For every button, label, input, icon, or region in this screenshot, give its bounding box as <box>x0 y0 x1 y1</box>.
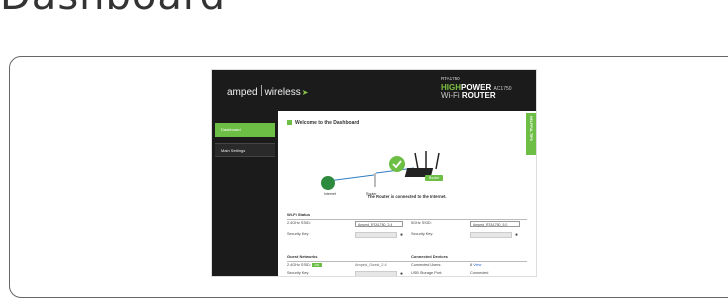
helpful-tips-label: HELPFUL TIPS <box>529 116 533 141</box>
connected-users-value: 8 <box>470 263 473 267</box>
ssid24-field[interactable]: Amped_RTA1750_2.4 <box>355 221 403 227</box>
connection-line-left <box>327 174 375 182</box>
model-number: RTA1750 <box>441 76 460 81</box>
security-key-5-label: Security Key: <box>411 232 434 236</box>
logo-separator <box>260 85 262 96</box>
brand-logo[interactable]: amped wireless➤ <box>227 85 308 98</box>
connected-devices-title: Connected Devices <box>411 254 448 259</box>
internet-globe-icon <box>321 176 335 190</box>
usb-port-label: USB Storage Port: <box>411 271 443 275</box>
welcome-text: Welcome to the Dashboard <box>295 120 360 126</box>
guest-key-label: Security Key: <box>287 271 310 275</box>
status-check-icon <box>389 156 405 172</box>
product-name-line2: Wi-Fi ROUTER <box>441 92 496 100</box>
guest-divider <box>287 261 527 262</box>
show-key-eye-icon[interactable]: ● <box>400 233 403 238</box>
brand-name-2: wireless <box>264 87 301 98</box>
guest-key-eye-icon[interactable]: ● <box>400 272 403 277</box>
guest-ssid-value: Amped_Guest_2.4 <box>355 263 387 267</box>
router-ui: amped wireless➤ RTA1750 HIGHPOWER AC1750 … <box>212 70 536 276</box>
guest-ssid-row: 2.4GHz SSID: ON <box>287 263 324 267</box>
sidebar: Dashboard Main Settings <box>212 111 278 276</box>
header: amped wireless➤ RTA1750 HIGHPOWER AC1750 … <box>212 70 536 111</box>
ssid5-field[interactable]: Amped_RTA1750_5.0 <box>470 221 520 227</box>
guest-networks-title: Guest Networks <box>287 254 318 259</box>
page-title: Dashboard <box>0 0 226 19</box>
product-ac-label: AC1750 <box>493 86 512 92</box>
helpful-tips-tab[interactable]: HELPFUL TIPS <box>526 113 536 155</box>
security-key-label: Security Key: <box>287 232 310 236</box>
router-status-button[interactable]: Router <box>425 175 443 181</box>
swoosh-icon: ➤ <box>301 88 309 97</box>
view-users-link[interactable]: View <box>473 263 481 267</box>
guest-ssid-label: 2.4GHz SSID: <box>287 263 311 267</box>
antenna-1 <box>414 152 419 170</box>
guest-toggle[interactable]: ON <box>311 263 322 267</box>
connected-users-label: Connected Users: <box>411 263 442 267</box>
sidebar-item-main-settings[interactable]: Main Settings <box>215 143 275 157</box>
heading-square-icon <box>287 120 292 125</box>
main-content: Welcome to the Dashboard HELPFUL TIPS In… <box>278 111 536 276</box>
wifi-status-divider <box>287 219 527 220</box>
guest-key-field[interactable] <box>355 271 397 276</box>
product-name-wifi: Wi-Fi <box>441 91 460 100</box>
ssid5-label: 5GHz SSID: <box>411 221 432 225</box>
antenna-3 <box>435 152 440 170</box>
connection-status-text: The Router is connected to the Internet. <box>367 194 447 199</box>
sidebar-item-dashboard[interactable]: Dashboard <box>215 123 275 137</box>
connected-users-row: 8 View <box>470 263 481 267</box>
product-name-router: ROUTER <box>461 91 496 100</box>
security-key-5-field[interactable] <box>470 232 512 238</box>
show-key-5-eye-icon[interactable]: ● <box>515 233 518 238</box>
welcome-heading: Welcome to the Dashboard <box>287 120 359 126</box>
wifi-status-title: Wi-Fi Status <box>287 212 311 217</box>
brand-name: amped <box>227 87 258 98</box>
connection-diagram <box>321 151 440 190</box>
ssid24-label: 2.4GHz SSID: <box>287 221 311 225</box>
security-key-field[interactable] <box>355 232 397 238</box>
usb-port-value: Connected <box>470 271 489 275</box>
